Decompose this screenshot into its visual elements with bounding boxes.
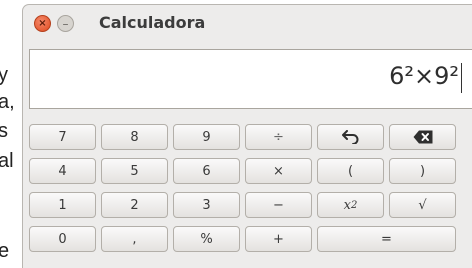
key-9[interactable]: 9 bbox=[173, 124, 240, 150]
multiply-button[interactable]: × bbox=[245, 158, 312, 184]
minimize-icon: – bbox=[62, 16, 69, 31]
text-caret bbox=[461, 63, 462, 93]
sqrt-button[interactable]: √ bbox=[389, 192, 456, 218]
window-title: Calculadora bbox=[99, 13, 206, 32]
key-1[interactable]: 1 bbox=[29, 192, 96, 218]
key-8[interactable]: 8 bbox=[101, 124, 168, 150]
undo-button[interactable] bbox=[317, 124, 384, 150]
titlebar[interactable]: × – Calculadora bbox=[23, 5, 472, 43]
key-7[interactable]: 7 bbox=[29, 124, 96, 150]
square-button[interactable]: x2 bbox=[317, 192, 384, 218]
subtract-button[interactable]: − bbox=[245, 192, 312, 218]
background-text-line: e bbox=[0, 240, 10, 262]
background-text-line: y bbox=[0, 64, 8, 86]
close-paren-button[interactable]: ) bbox=[389, 158, 456, 184]
backspace-icon bbox=[413, 130, 432, 144]
key-2[interactable]: 2 bbox=[101, 192, 168, 218]
calculator-display[interactable]: 6²×9² bbox=[29, 49, 472, 109]
key-6[interactable]: 6 bbox=[173, 158, 240, 184]
close-icon: × bbox=[38, 17, 47, 29]
square-label-exponent: 2 bbox=[350, 199, 358, 211]
percent-button[interactable]: % bbox=[173, 226, 240, 252]
display-expression: 6²×9² bbox=[389, 62, 459, 90]
key-4[interactable]: 4 bbox=[29, 158, 96, 184]
key-0[interactable]: 0 bbox=[29, 226, 96, 252]
undo-icon bbox=[341, 130, 358, 144]
close-window-button[interactable]: × bbox=[34, 15, 51, 32]
equals-button[interactable]: = bbox=[317, 226, 456, 252]
background-text-line: al bbox=[0, 150, 14, 172]
open-paren-button[interactable]: ( bbox=[317, 158, 384, 184]
backspace-button[interactable] bbox=[389, 124, 456, 150]
divide-button[interactable]: ÷ bbox=[245, 124, 312, 150]
minimize-window-button[interactable]: – bbox=[57, 15, 74, 32]
background-text-line: s bbox=[0, 120, 8, 142]
key-3[interactable]: 3 bbox=[173, 192, 240, 218]
calculator-window: × – Calculadora 6²×9² 7 8 9 ÷ 4 5 6 × (… bbox=[22, 4, 472, 268]
add-button[interactable]: + bbox=[245, 226, 312, 252]
comma-button[interactable]: , bbox=[101, 226, 168, 252]
square-label-base: x bbox=[343, 197, 351, 213]
key-5[interactable]: 5 bbox=[101, 158, 168, 184]
background-text-line: a, bbox=[0, 91, 15, 113]
